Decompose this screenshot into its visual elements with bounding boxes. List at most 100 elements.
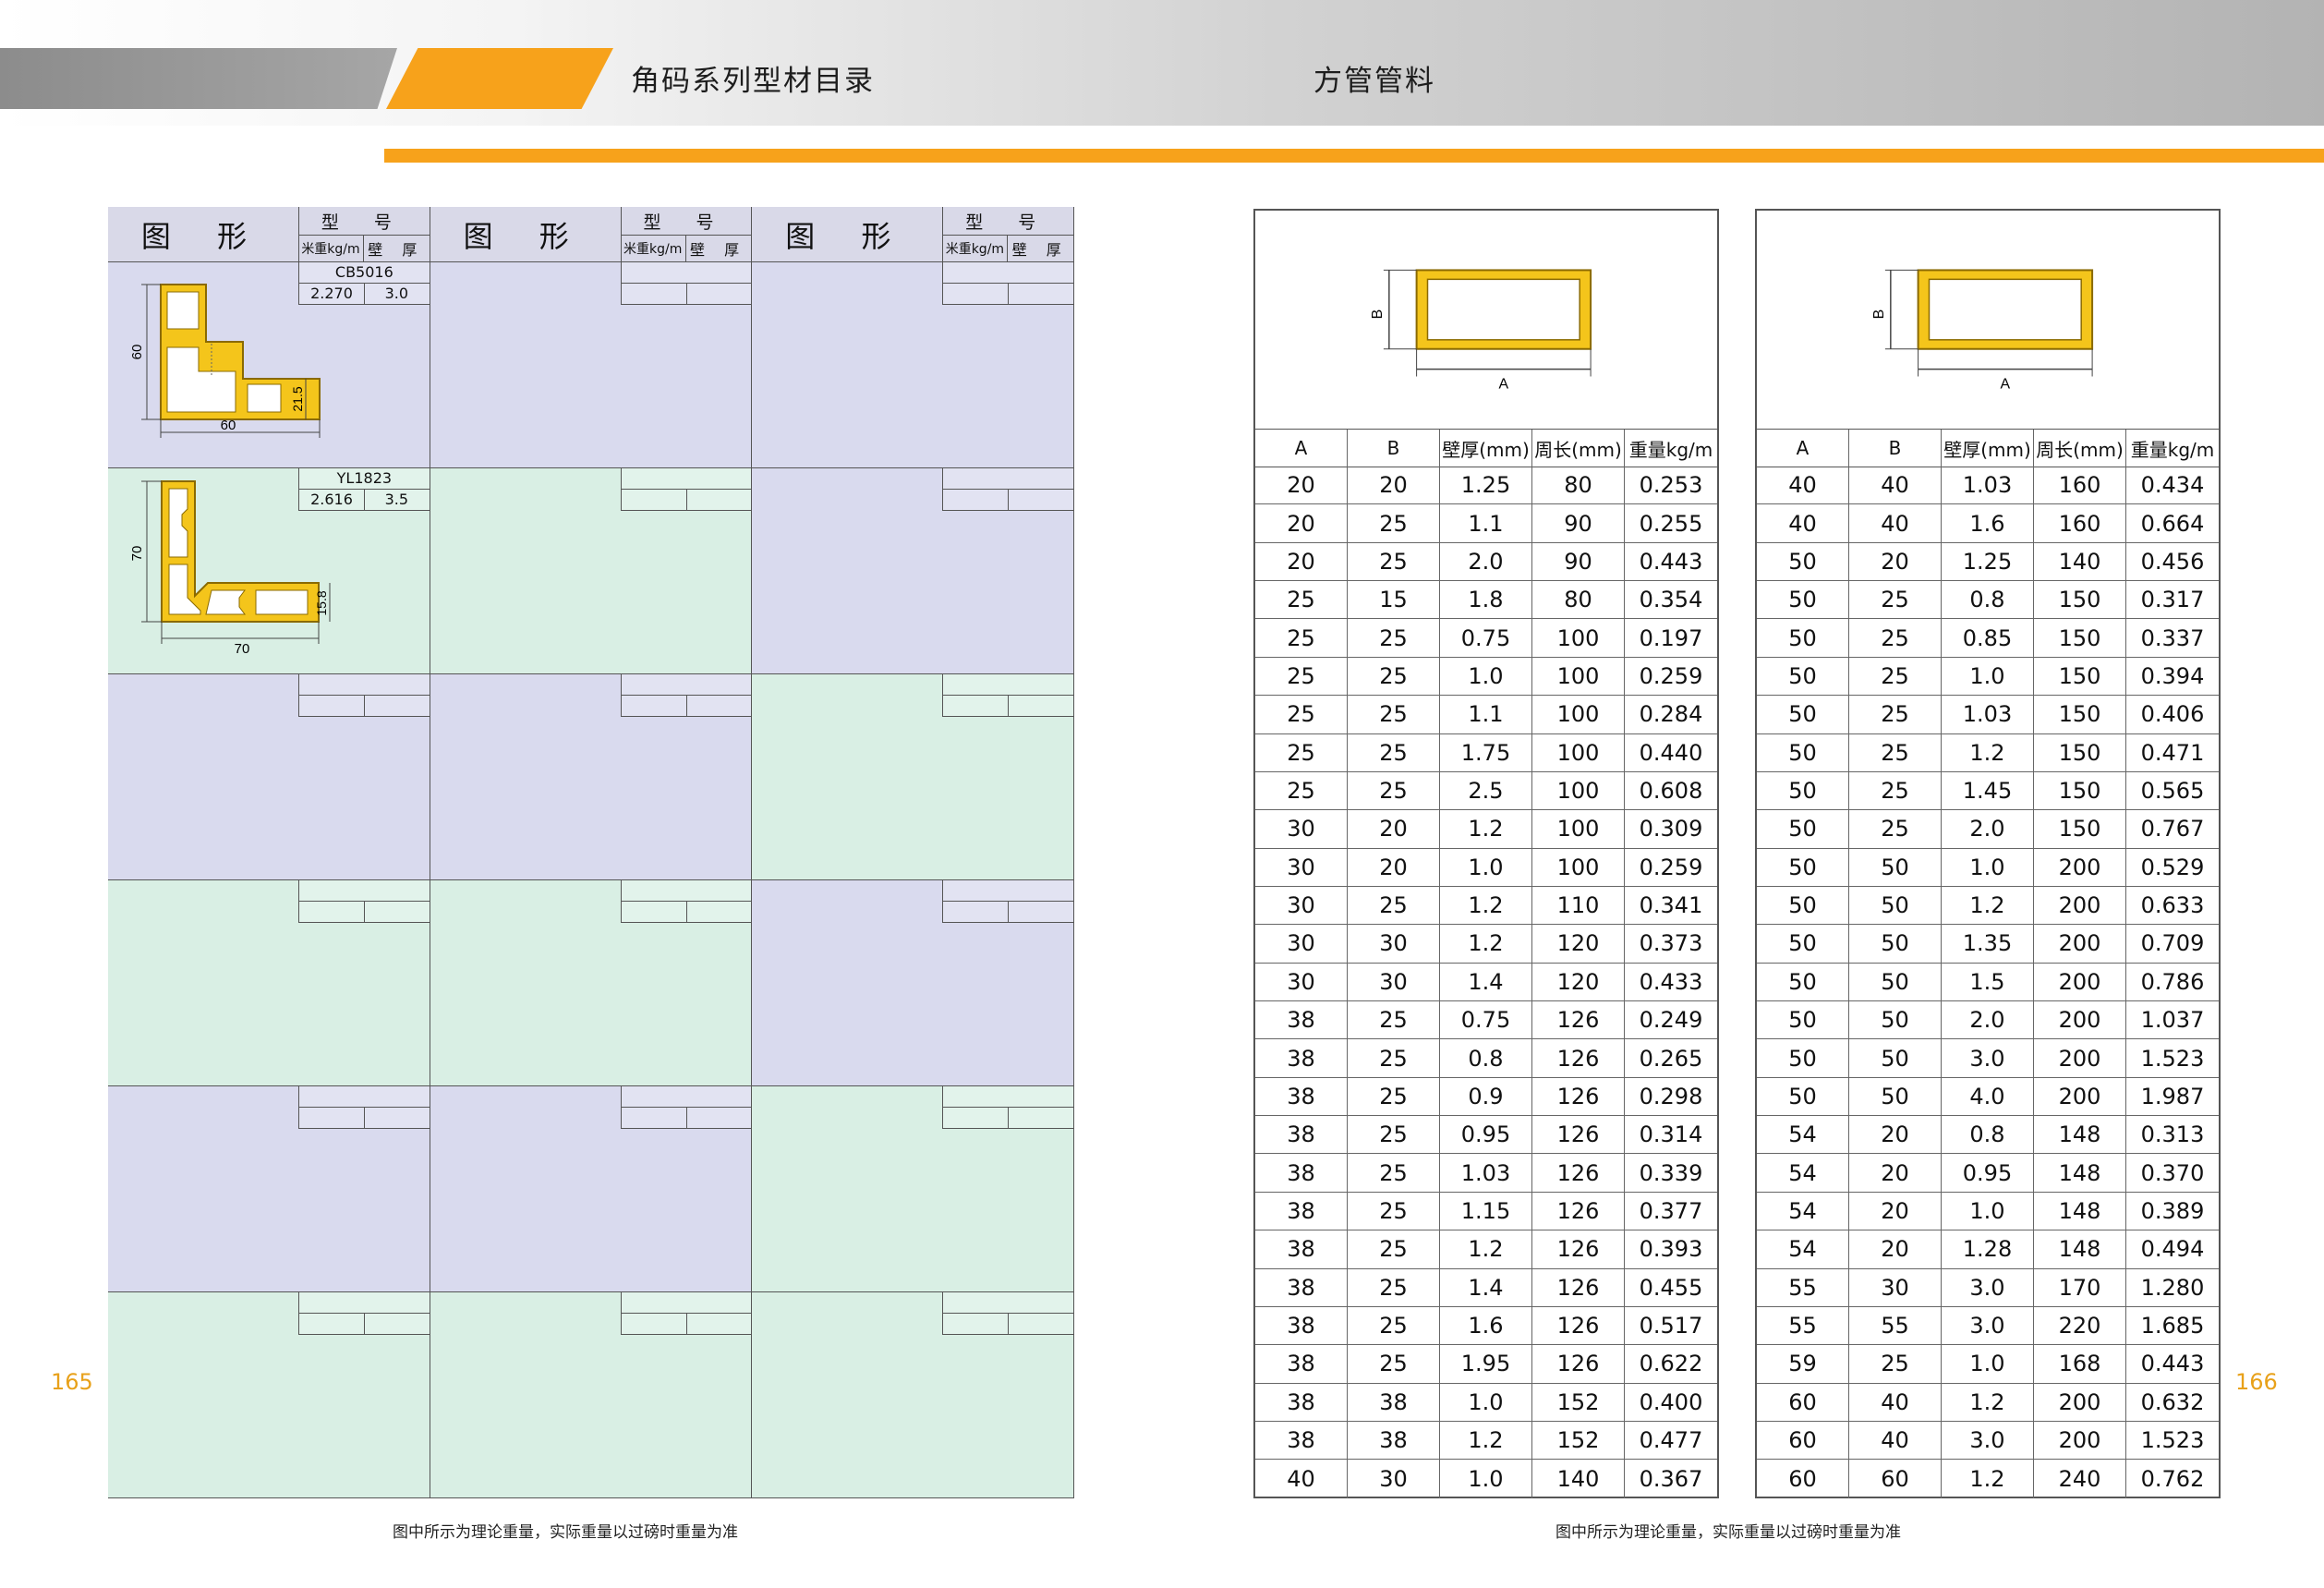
cell-a: 60 xyxy=(1757,1460,1849,1498)
cell-weight: 0.608 xyxy=(1639,778,1703,805)
table-header: A B 壁厚(mm) 周长(mm) 重量kg/m xyxy=(1757,429,2219,467)
cell-b: 25 xyxy=(1348,1192,1440,1230)
cell-a: 54 xyxy=(1757,1230,1849,1268)
weight-value xyxy=(943,490,1010,511)
cell-perimeter: 152 xyxy=(1532,1421,1625,1460)
cell-a: 40 xyxy=(1757,504,1849,542)
profile-cell xyxy=(752,262,1075,468)
model-header: 型 号 xyxy=(620,207,752,236)
grid-column-header: 图 形型 号米重kg/m 壁 厚 xyxy=(752,207,1075,262)
table-row: 20 25 1.1 90 0.255 xyxy=(1255,504,1717,543)
cell-perimeter: 160 xyxy=(2034,504,2126,542)
cell-b: 25 xyxy=(1348,1116,1440,1154)
cell-weight: 0.354 xyxy=(1639,587,1703,613)
square-tube-table-1: A B A B 壁厚(mm) 周长(mm) 重量kg/m 20 20 1.25 80 0… xyxy=(1253,209,1719,1498)
table-row: 50 25 1.2 150 0.471 xyxy=(1757,733,2219,772)
table-row: 38 25 1.15 126 0.377 xyxy=(1255,1192,1717,1231)
cell-b: 20 xyxy=(1348,848,1440,886)
cell-perimeter: 90 xyxy=(1532,542,1625,581)
col-perimeter: 周长(mm) xyxy=(1532,430,1625,467)
profile-cell xyxy=(752,1086,1075,1292)
cell-a: 50 xyxy=(1757,886,1849,925)
right-footnote: 图中所示为理论重量，实际重量以过磅时重量为准 xyxy=(1555,1523,1901,1542)
cell-weight: 0.337 xyxy=(2140,624,2205,651)
model-code xyxy=(943,1292,1074,1314)
col-thickness: 壁厚(mm) xyxy=(1440,430,1532,467)
cell-weight: 0.377 xyxy=(1639,1198,1703,1224)
table-row: 50 50 2.0 200 1.037 xyxy=(1757,1001,2219,1040)
cell-a: 25 xyxy=(1255,581,1348,619)
cell-weight: 0.456 xyxy=(2140,548,2205,575)
cell-perimeter: 168 xyxy=(2034,1345,2126,1383)
cell-thickness: 0.9 xyxy=(1440,1077,1532,1116)
cell-thickness: 0.75 xyxy=(1440,1001,1532,1039)
cell-a: 38 xyxy=(1255,1230,1348,1268)
model-spec-box xyxy=(620,1086,752,1129)
cell-weight: 0.259 xyxy=(1639,662,1703,689)
cell-b: 30 xyxy=(1348,925,1440,963)
table-row: 40 40 1.6 160 0.664 xyxy=(1757,504,2219,543)
cell-a: 25 xyxy=(1255,733,1348,771)
cell-weight: 0.767 xyxy=(2140,816,2205,842)
thickness-value xyxy=(685,902,752,923)
table-row: 50 25 2.0 150 0.767 xyxy=(1757,810,2219,849)
cell-weight: 1.685 xyxy=(2140,1313,2205,1339)
thickness-value xyxy=(364,902,430,923)
cell-a: 38 xyxy=(1255,1268,1348,1306)
table-header: A B 壁厚(mm) 周长(mm) 重量kg/m xyxy=(1255,429,1717,467)
model-code xyxy=(299,1086,430,1108)
table-row: 38 25 1.03 126 0.339 xyxy=(1255,1154,1717,1193)
cell-thickness: 1.2 xyxy=(1942,1383,2034,1421)
cell-a: 38 xyxy=(1255,1077,1348,1116)
cell-thickness: 2.5 xyxy=(1440,771,1532,810)
thickness-header: 壁 厚 xyxy=(1011,241,1069,259)
width-dimension: 70 xyxy=(235,641,250,657)
model-spec-box xyxy=(942,468,1074,511)
cell-weight: 1.523 xyxy=(2140,1045,2205,1072)
square-tube-table-2: A B A B 壁厚(mm) 周长(mm) 重量kg/m 40 40 1.03 160… xyxy=(1755,209,2221,1498)
thickness-value xyxy=(685,284,752,305)
model-code xyxy=(943,1086,1074,1108)
cell-a: 50 xyxy=(1757,696,1849,733)
right-page-title: 方管管料 xyxy=(1313,65,1435,98)
profile-cell xyxy=(430,1086,753,1292)
table-row: 38 25 0.8 126 0.265 xyxy=(1255,1039,1717,1078)
cell-perimeter: 100 xyxy=(1532,619,1625,657)
cell-perimeter: 148 xyxy=(2034,1230,2126,1268)
table-row: 25 15 1.8 80 0.354 xyxy=(1255,581,1717,620)
header-orange-bar xyxy=(386,48,613,109)
table-row: 60 40 3.0 200 1.523 xyxy=(1757,1421,2219,1461)
cell-perimeter: 200 xyxy=(2034,848,2126,886)
table-row: 25 25 0.75 100 0.197 xyxy=(1255,619,1717,658)
cell-weight: 0.529 xyxy=(2140,854,2205,880)
cell-b: 25 xyxy=(1849,1345,1942,1383)
weight-value xyxy=(621,284,687,305)
cell-a: 50 xyxy=(1757,771,1849,810)
left-footnote: 图中所示为理论重量，实际重量以过磅时重量为准 xyxy=(393,1523,738,1542)
cell-a: 38 xyxy=(1255,1116,1348,1154)
cell-thickness: 1.45 xyxy=(1942,771,2034,810)
cell-weight: 1.523 xyxy=(2140,1427,2205,1454)
cell-perimeter: 110 xyxy=(1532,886,1625,925)
cell-weight: 0.317 xyxy=(2140,587,2205,613)
cell-a: 50 xyxy=(1757,848,1849,886)
weight-value xyxy=(299,1108,365,1129)
cell-perimeter: 150 xyxy=(2034,771,2126,810)
cell-weight: 0.341 xyxy=(1639,892,1703,919)
thickness-value xyxy=(1008,1108,1074,1129)
cell-thickness: 3.0 xyxy=(1942,1268,2034,1306)
cell-b: 20 xyxy=(1849,1154,1942,1192)
cell-thickness: 3.0 xyxy=(1942,1039,2034,1077)
model-spec-box xyxy=(298,1292,430,1335)
cell-weight: 0.709 xyxy=(2140,930,2205,957)
cell-weight: 0.471 xyxy=(2140,739,2205,766)
thickness-value xyxy=(1008,696,1074,717)
cell-thickness: 1.28 xyxy=(1942,1230,2034,1268)
cell-a: 54 xyxy=(1757,1154,1849,1192)
cell-thickness: 1.95 xyxy=(1440,1345,1532,1383)
cell-weight: 0.633 xyxy=(2140,892,2205,919)
cell-a: 50 xyxy=(1757,542,1849,581)
cell-b: 25 xyxy=(1348,504,1440,542)
cell-perimeter: 120 xyxy=(1532,925,1625,963)
cell-perimeter: 150 xyxy=(2034,619,2126,657)
